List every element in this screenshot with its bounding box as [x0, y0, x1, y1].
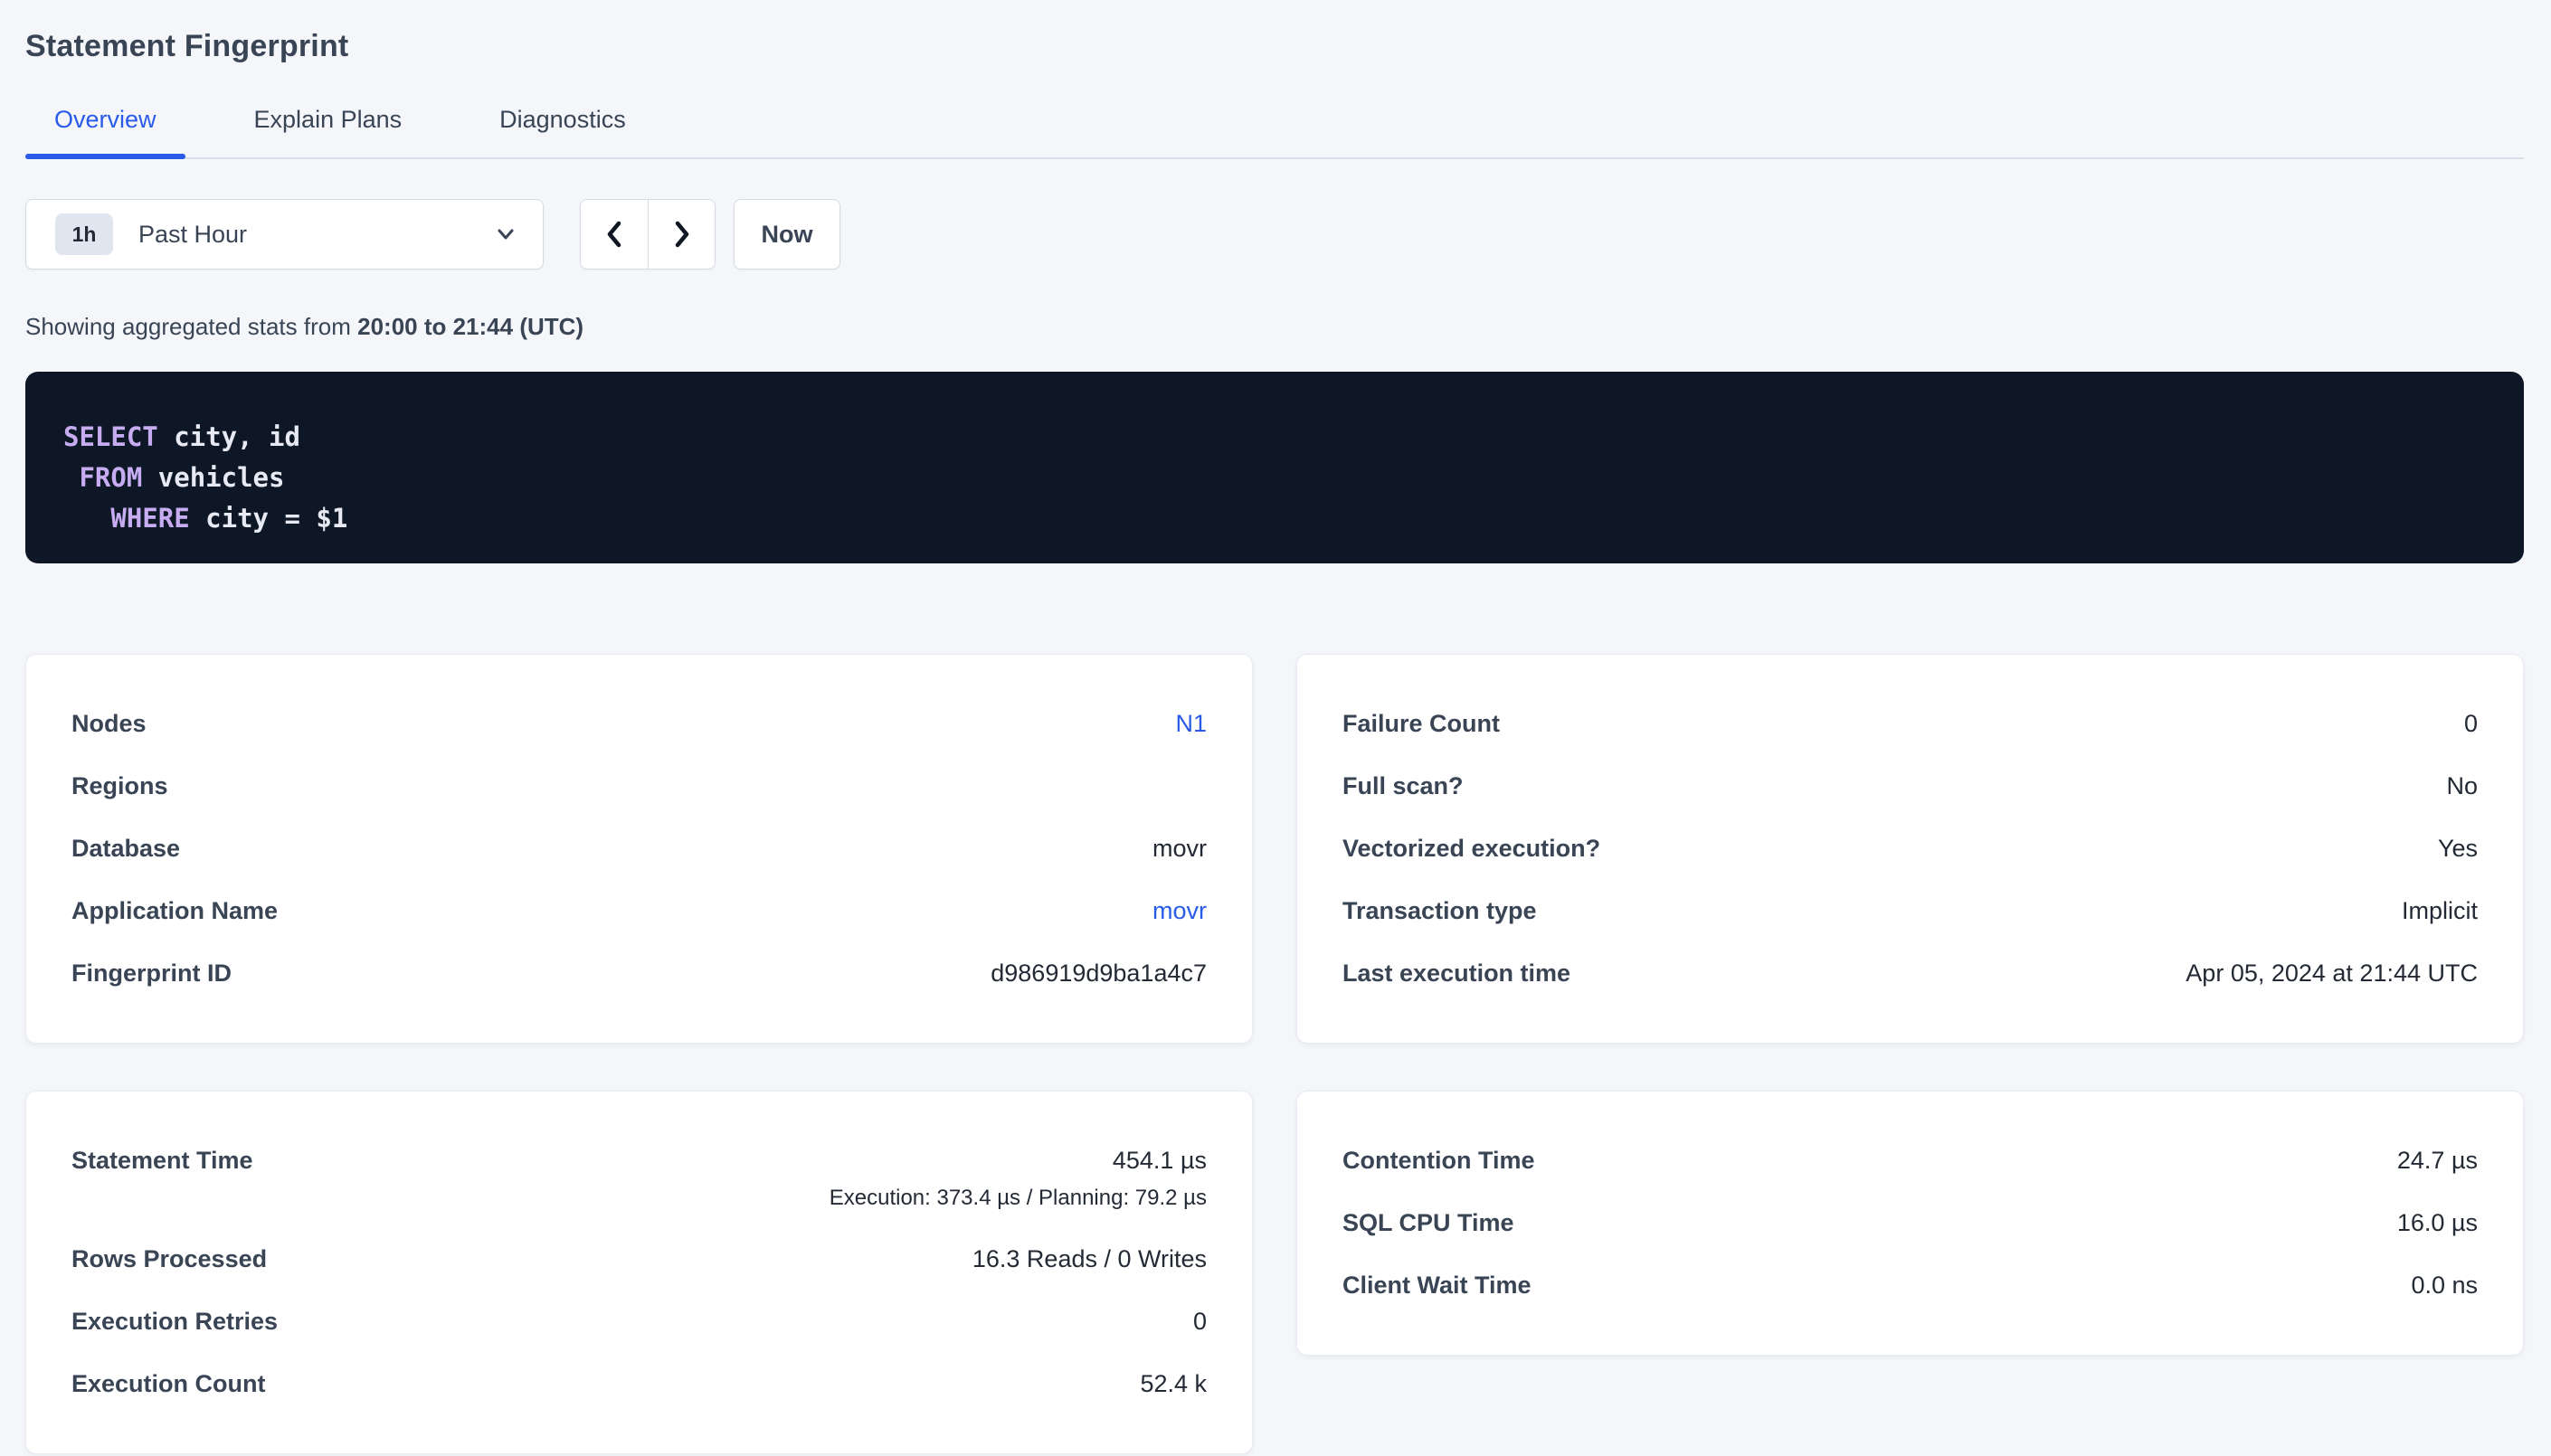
rows-processed-row: Rows Processed 16.3 Reads / 0 Writes	[71, 1228, 1207, 1291]
vectorized-execution-value: Yes	[2438, 835, 2478, 863]
time-range-badge: 1h	[55, 213, 113, 255]
overview-left-card: Nodes N1 Regions Database movr Applicati…	[25, 654, 1253, 1044]
row-label: Database	[71, 835, 180, 863]
regions-row: Regions	[71, 755, 1207, 818]
client-wait-time-value: 0.0 ns	[2411, 1272, 2478, 1300]
contention-time-value: 24.7 µs	[2397, 1147, 2478, 1175]
row-label: Application Name	[71, 897, 278, 925]
nodes-row: Nodes N1	[71, 693, 1207, 755]
now-button[interactable]: Now	[734, 199, 840, 269]
row-label: Contention Time	[1342, 1147, 1535, 1175]
sql-line: SELECT city, id	[63, 417, 2486, 458]
row-label: SQL CPU Time	[1342, 1209, 1514, 1237]
statement-fingerprint-page: Statement Fingerprint Overview Explain P…	[0, 0, 2551, 1456]
time-step-buttons	[580, 199, 716, 269]
row-label: Client Wait Time	[1342, 1272, 1532, 1300]
details-grid: Nodes N1 Regions Database movr Applicati…	[25, 654, 2524, 1454]
row-label: Transaction type	[1342, 897, 1537, 925]
statement-time-value: 454.1 µs	[1113, 1147, 1207, 1175]
contention-time-row: Contention Time 24.7 µs	[1342, 1130, 2478, 1192]
chevron-left-icon	[600, 216, 629, 252]
statement-time-values: 454.1 µs Execution: 373.4 µs / Planning:…	[830, 1147, 1207, 1211]
last-execution-time-row: Last execution time Apr 05, 2024 at 21:4…	[1342, 942, 2478, 1005]
failure-count-row: Failure Count 0	[1342, 693, 2478, 755]
chevron-down-icon	[492, 221, 519, 248]
tab-overview[interactable]: Overview	[25, 106, 185, 157]
statement-stats-card: Statement Time 454.1 µs Execution: 373.4…	[25, 1091, 1253, 1454]
aggregated-stats-range: 20:00 to 21:44 (UTC)	[357, 313, 583, 340]
last-execution-time-value: Apr 05, 2024 at 21:44 UTC	[2186, 960, 2478, 988]
row-label: Failure Count	[1342, 710, 1500, 738]
time-toolbar: 1h Past Hour	[25, 199, 2524, 269]
rows-processed-value: 16.3 Reads / 0 Writes	[972, 1245, 1207, 1273]
time-range-label: Past Hour	[138, 221, 247, 249]
tab-explain-plans[interactable]: Explain Plans	[225, 106, 431, 157]
database-row: Database movr	[71, 818, 1207, 880]
execution-retries-value: 0	[1193, 1308, 1207, 1336]
row-label: Execution Count	[71, 1370, 266, 1398]
database-value: movr	[1152, 835, 1207, 863]
application-name-row: Application Name movr	[71, 880, 1207, 942]
row-label: Statement Time	[71, 1147, 253, 1175]
execution-count-row: Execution Count 52.4 k	[71, 1353, 1207, 1415]
full-scan-value: No	[2446, 772, 2478, 800]
sql-line: WHERE city = $1	[63, 498, 2486, 539]
tab-diagnostics[interactable]: Diagnostics	[470, 106, 655, 157]
previous-interval-button[interactable]	[581, 200, 648, 269]
nodes-link[interactable]: N1	[1175, 710, 1207, 738]
transaction-type-value: Implicit	[2402, 897, 2478, 925]
sql-statement-box: SELECT city, id FROM vehicles WHERE city…	[25, 372, 2524, 563]
aggregated-stats-line: Showing aggregated stats from 20:00 to 2…	[25, 313, 2524, 341]
tab-bar: Overview Explain Plans Diagnostics	[25, 106, 2524, 159]
sql-cpu-time-value: 16.0 µs	[2397, 1209, 2478, 1237]
row-label: Execution Retries	[71, 1308, 278, 1336]
wait-times-card: Contention Time 24.7 µs SQL CPU Time 16.…	[1296, 1091, 2524, 1356]
row-label: Nodes	[71, 710, 147, 738]
time-range-select[interactable]: 1h Past Hour	[25, 199, 544, 269]
row-label: Regions	[71, 772, 168, 800]
transaction-type-row: Transaction type Implicit	[1342, 880, 2478, 942]
statement-time-breakdown: Execution: 373.4 µs / Planning: 79.2 µs	[830, 1186, 1207, 1211]
fingerprint-id-row: Fingerprint ID d986919d9ba1a4c7	[71, 942, 1207, 1005]
row-label: Rows Processed	[71, 1245, 267, 1273]
row-label: Last execution time	[1342, 960, 1570, 988]
execution-count-value: 52.4 k	[1140, 1370, 1207, 1398]
sql-line: FROM vehicles	[63, 458, 2486, 498]
statement-time-row: Statement Time 454.1 µs Execution: 373.4…	[71, 1130, 1207, 1228]
overview-right-card: Failure Count 0 Full scan? No Vectorized…	[1296, 654, 2524, 1044]
full-scan-row: Full scan? No	[1342, 755, 2478, 818]
aggregated-stats-prefix: Showing aggregated stats from	[25, 313, 357, 340]
chevron-right-icon	[668, 216, 697, 252]
execution-retries-row: Execution Retries 0	[71, 1291, 1207, 1353]
client-wait-time-row: Client Wait Time 0.0 ns	[1342, 1254, 2478, 1317]
failure-count-value: 0	[2464, 710, 2478, 738]
vectorized-execution-row: Vectorized execution? Yes	[1342, 818, 2478, 880]
sql-cpu-time-row: SQL CPU Time 16.0 µs	[1342, 1192, 2478, 1254]
row-label: Vectorized execution?	[1342, 835, 1600, 863]
row-label: Full scan?	[1342, 772, 1464, 800]
page-title: Statement Fingerprint	[25, 29, 2524, 64]
next-interval-button[interactable]	[648, 200, 715, 269]
application-name-link[interactable]: movr	[1152, 897, 1207, 925]
fingerprint-id-value: d986919d9ba1a4c7	[991, 960, 1207, 988]
row-label: Fingerprint ID	[71, 960, 232, 988]
